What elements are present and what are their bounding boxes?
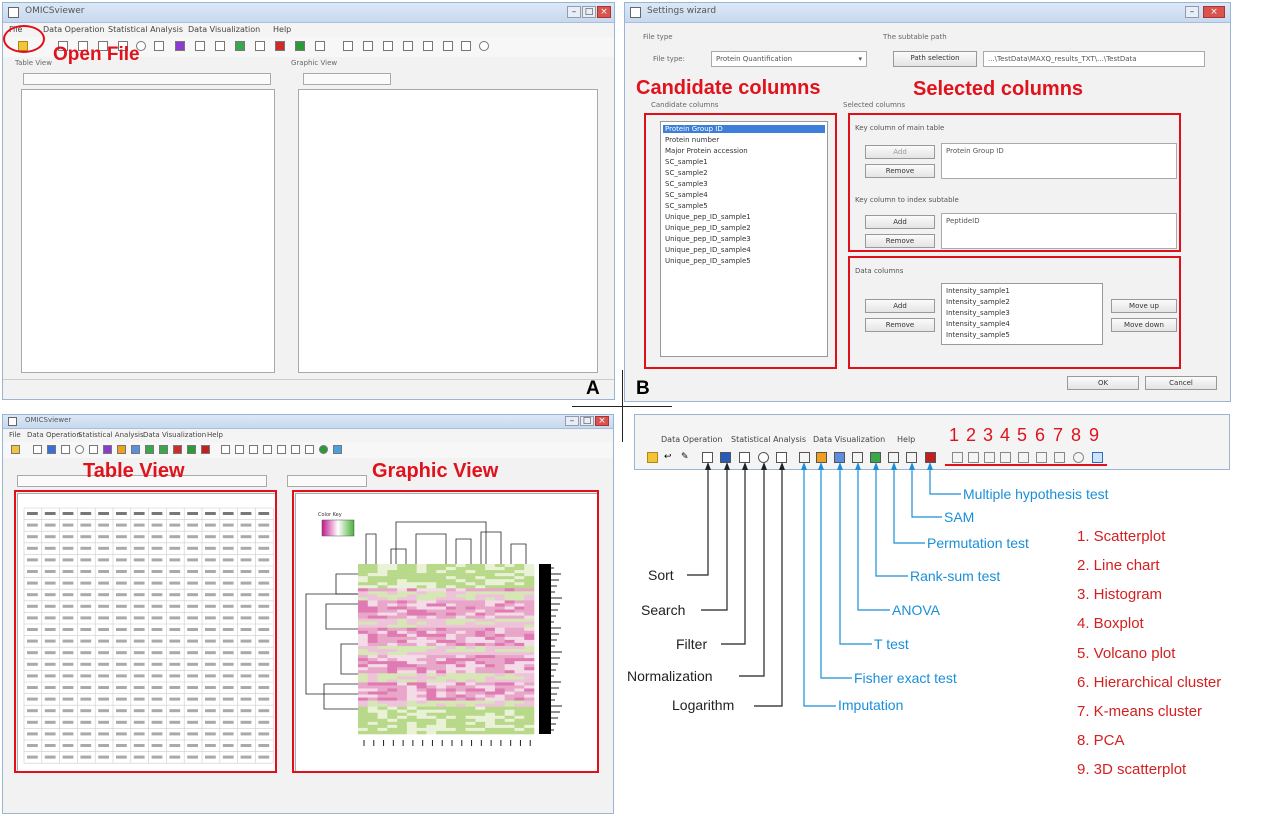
label-rank-sum: Rank-sum test [910, 568, 1001, 584]
list-3d-scatterplot: 9. 3D scatterplot [1077, 761, 1187, 778]
list-hierarchical: 6. Hierarchical cluster [1077, 674, 1222, 691]
list-boxplot: 4. Boxplot [1077, 615, 1144, 632]
label-search: Search [641, 602, 686, 618]
label-multiple-hypothesis: Multiple hypothesis test [963, 486, 1109, 502]
label-normalization: Normalization [627, 668, 713, 684]
label-imputation: Imputation [838, 697, 904, 713]
list-histogram: 3. Histogram [1077, 586, 1163, 603]
list-scatterplot: 1. Scatterplot [1077, 528, 1166, 545]
list-pca: 8. PCA [1077, 732, 1125, 749]
label-permutation: Permutation test [927, 535, 1029, 551]
connector-lines [687, 462, 961, 707]
label-filter: Filter [676, 636, 708, 652]
list-volcano: 5. Volcano plot [1077, 645, 1176, 662]
label-logarithm: Logarithm [672, 697, 735, 713]
label-fisher: Fisher exact test [854, 670, 957, 686]
label-sort: Sort [648, 567, 674, 583]
label-anova: ANOVA [892, 602, 940, 618]
list-kmeans: 7. K-means cluster [1077, 703, 1203, 720]
list-line-chart: 2. Line chart [1077, 557, 1160, 574]
label-sam: SAM [944, 509, 975, 525]
label-t-test: T test [874, 636, 909, 652]
